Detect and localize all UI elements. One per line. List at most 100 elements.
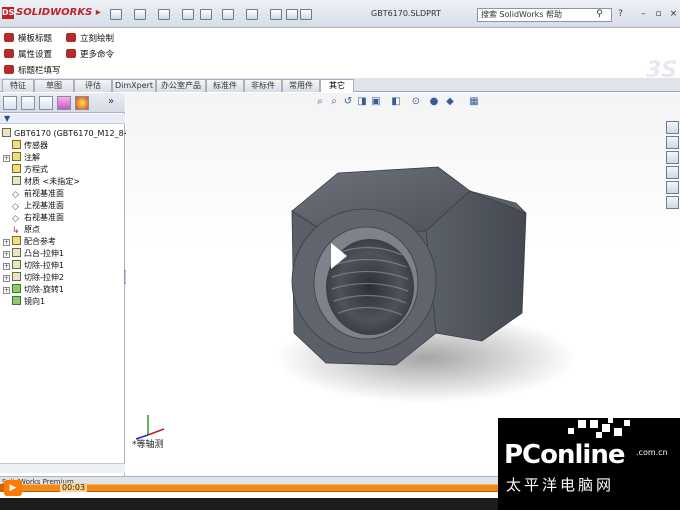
tree-item-equations[interactable]: 方程式 xyxy=(12,164,48,176)
tree-item-label: 凸台-拉伸1 xyxy=(24,249,64,258)
interactive-draft-command[interactable]: 立刻绘制 xyxy=(66,32,114,44)
app-logo[interactable]: DS SOLIDWORKS ▸ xyxy=(2,7,101,19)
tree-item-annotations[interactable]: + 注解 xyxy=(3,152,40,164)
tree-item-mate-references[interactable]: + 配合参考 xyxy=(3,236,56,248)
title-bar-fill-label: 标题栏填写 xyxy=(18,66,61,76)
options-icon[interactable] xyxy=(300,9,312,20)
tab-evaluate[interactable]: 评估 xyxy=(74,79,112,92)
expand-icon[interactable]: + xyxy=(3,275,10,282)
cut-extrude-icon xyxy=(12,272,21,281)
expand-icon[interactable]: + xyxy=(3,263,10,270)
tree-root[interactable]: GBT6170 (GBT6170_M12_8<<默 xyxy=(2,128,145,140)
tab-dimxpert[interactable]: DimXpert xyxy=(112,79,156,92)
save-icon[interactable] xyxy=(158,9,170,20)
expand-icon[interactable]: + xyxy=(3,287,10,294)
more-commands-command[interactable]: 更多命令 xyxy=(66,48,114,60)
app-name: SOLIDWORKS xyxy=(16,7,93,18)
help-search-input[interactable]: 搜索 SolidWorks 帮助 xyxy=(477,8,612,22)
property-icon xyxy=(4,49,14,58)
feature-manager-panel: » ▼ GBT6170 (GBT6170_M12_8<<默 传感器 + 注解 方程… xyxy=(0,93,145,476)
tab-nonstandard-parts[interactable]: 非标件 xyxy=(244,79,282,92)
cut-extrude-icon xyxy=(12,260,21,269)
plane-icon: ◇ xyxy=(12,190,19,200)
tab-other[interactable]: 其它 xyxy=(320,79,354,92)
video-play-button[interactable]: ▶ xyxy=(4,480,22,496)
video-player-bar: ▶ 00:03 xyxy=(0,478,500,498)
tree-item-right-plane[interactable]: ◇ 右视基准面 xyxy=(12,212,64,224)
dimxpert-tab-icon[interactable] xyxy=(57,96,71,110)
revolve-icon xyxy=(12,284,21,293)
tree-item-label: 镜向1 xyxy=(24,297,46,306)
tree-filter[interactable]: ▼ xyxy=(0,114,125,124)
tree-item-boss-extrude1[interactable]: + 凸台-拉伸1 xyxy=(3,248,64,260)
tree-item-sensors[interactable]: 传感器 xyxy=(12,140,48,152)
panel-tabs: » xyxy=(0,93,125,113)
tree-item-cut-extrude1[interactable]: + 切除-拉伸1 xyxy=(3,260,64,272)
pconline-name: PConline xyxy=(504,440,625,470)
part-icon xyxy=(2,128,11,137)
tab-office-products[interactable]: 办公室产品 xyxy=(156,79,206,92)
panel-horizontal-scrollbar[interactable] xyxy=(0,463,125,473)
panel-more-icon[interactable]: » xyxy=(108,96,122,110)
plane-icon: ◇ xyxy=(12,214,19,224)
expand-icon[interactable]: + xyxy=(3,155,10,162)
title-fill-icon xyxy=(4,65,14,74)
tree-item-label: 切除-拉伸2 xyxy=(24,273,64,282)
template-title-label: 模板标题 xyxy=(18,34,53,44)
tree-item-top-plane[interactable]: ◇ 上视基准面 xyxy=(12,200,64,212)
pconline-watermark: PConline .com.cn 太平洋电脑网 xyxy=(498,418,680,510)
tree-item-front-plane[interactable]: ◇ 前视基准面 xyxy=(12,188,64,200)
ds-logo-icon: DS xyxy=(2,7,15,19)
video-play-overlay-icon[interactable] xyxy=(331,243,347,269)
tree-item-label: 传感器 xyxy=(24,141,48,150)
select-arrow-icon[interactable] xyxy=(246,9,258,20)
filter-icon: ▼ xyxy=(4,114,11,123)
close-button[interactable]: × xyxy=(668,9,679,20)
tree-item-label: 材质 <未指定> xyxy=(24,177,80,186)
tab-features[interactable]: 特征 xyxy=(2,79,34,92)
search-icon[interactable]: ⚲ xyxy=(594,9,605,20)
command-manager: 模板标题 属性设置 标题栏填写 立刻绘制 更多命令 3S xyxy=(0,28,680,83)
new-document-icon[interactable] xyxy=(110,9,122,20)
tab-sketch[interactable]: 草图 xyxy=(34,79,74,92)
tree-item-material[interactable]: 材质 <未指定> xyxy=(12,176,80,188)
print-icon[interactable] xyxy=(182,9,194,20)
display-manager-tab-icon[interactable] xyxy=(75,96,89,110)
title-bar-fill-command[interactable]: 标题栏填写 xyxy=(4,64,61,76)
tree-item-cut-revolve1[interactable]: + 切除-旋转1 xyxy=(3,284,64,296)
mirror-icon xyxy=(12,296,21,305)
property-settings-label: 属性设置 xyxy=(18,50,53,60)
tree-item-cut-extrude2[interactable]: + 切除-拉伸2 xyxy=(3,272,64,284)
undo-icon[interactable] xyxy=(222,9,234,20)
tree-item-label: 注解 xyxy=(24,153,40,162)
expand-icon[interactable]: + xyxy=(3,251,10,258)
extrude-icon xyxy=(12,248,21,257)
pconline-chinese-name: 太平洋电脑网 xyxy=(506,476,615,494)
help-icon[interactable]: ? xyxy=(615,9,626,20)
interactive-draft-label: 立刻绘制 xyxy=(80,34,115,44)
tree-item-label: 切除-拉伸1 xyxy=(24,261,64,270)
tree-item-mirror1[interactable]: 镜向1 xyxy=(12,296,45,308)
expand-icon[interactable]: + xyxy=(3,239,10,246)
property-manager-tab-icon[interactable] xyxy=(21,96,35,110)
more-icon xyxy=(66,49,76,58)
file-properties-icon[interactable] xyxy=(286,9,298,20)
configuration-tab-icon[interactable] xyxy=(39,96,53,110)
more-commands-label: 更多命令 xyxy=(80,50,115,60)
command-tabs: 特征 草图 评估 DimXpert 办公室产品 标准件 非标件 常用件 其它 xyxy=(0,78,680,92)
minimize-button[interactable]: – xyxy=(638,9,649,20)
feature-tree-tab-icon[interactable] xyxy=(3,96,17,110)
rebuild-icon[interactable] xyxy=(270,9,282,20)
tab-common-parts[interactable]: 常用件 xyxy=(282,79,320,92)
tree-item-label: 配合参考 xyxy=(24,237,56,246)
printer-icon[interactable] xyxy=(200,9,212,20)
property-settings-command[interactable]: 属性设置 xyxy=(4,48,52,60)
tab-standard-parts[interactable]: 标准件 xyxy=(206,79,244,92)
open-folder-icon[interactable] xyxy=(134,9,146,20)
template-title-command[interactable]: 模板标题 xyxy=(4,32,52,44)
origin-icon: ↳ xyxy=(12,226,20,236)
restore-button[interactable]: ▫ xyxy=(653,9,664,20)
plane-icon: ◇ xyxy=(12,202,19,212)
tree-item-label: 方程式 xyxy=(24,165,48,174)
tree-item-origin[interactable]: ↳ 原点 xyxy=(12,224,40,236)
